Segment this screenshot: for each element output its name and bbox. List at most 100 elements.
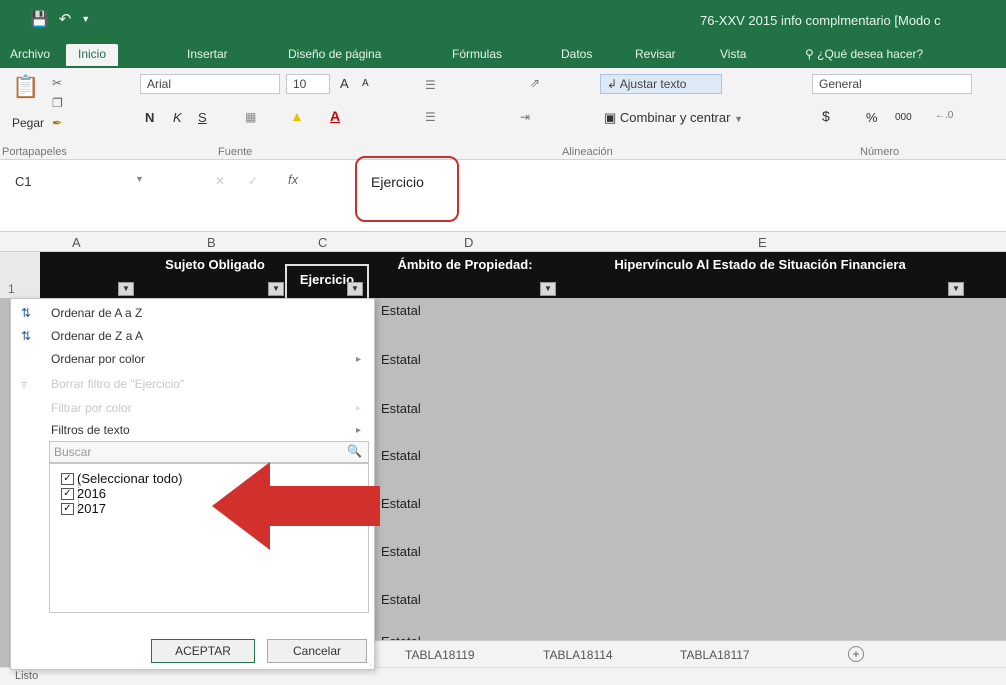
search-icon: 🔍 xyxy=(347,444,362,458)
header-cell-ambito-propiedad[interactable]: Ámbito de Propiedad: xyxy=(375,257,555,272)
shrink-font-button[interactable]: A xyxy=(362,78,369,89)
column-header-a[interactable]: A xyxy=(72,235,81,250)
document-title: 76-XXV 2015 info complmentario [Modo c xyxy=(700,13,941,28)
insert-function-button[interactable]: fx xyxy=(288,172,298,187)
wrap-text-button[interactable]: ↲ Ajustar texto xyxy=(600,74,722,94)
cell-estatal[interactable]: Estatal xyxy=(381,352,421,367)
underline-button[interactable]: S xyxy=(198,110,207,125)
copy-icon[interactable]: ❐ xyxy=(52,96,63,110)
percent-button[interactable]: % xyxy=(866,110,878,125)
add-sheet-button[interactable]: + xyxy=(848,646,864,662)
sheet-tab-tabla18119[interactable]: TABLA18119 xyxy=(405,648,475,662)
align-top-icon[interactable]: ☰ xyxy=(425,78,436,92)
font-color-icon[interactable]: A xyxy=(330,108,340,124)
chevron-right-icon: ▸ xyxy=(356,425,362,436)
tab-vista[interactable]: Vista xyxy=(720,47,746,61)
enter-icon[interactable]: ✓ xyxy=(248,174,258,188)
tab-insertar[interactable]: Insertar xyxy=(187,47,228,61)
row-header-1[interactable]: 1 xyxy=(0,252,40,298)
increase-decimal-icon[interactable]: ←.0 xyxy=(935,110,953,121)
orientation-icon[interactable]: ⇗ xyxy=(530,76,540,90)
tab-diseno-pagina[interactable]: Diseño de página xyxy=(288,47,381,61)
align-left-icon[interactable]: ☰ xyxy=(425,110,436,124)
group-label-portapapeles: Portapapeles xyxy=(2,146,67,158)
filter-dropdown-e[interactable]: ▼ xyxy=(948,282,964,296)
checkbox-select-all[interactable]: ✓ xyxy=(61,473,74,485)
cut-icon[interactable]: ✂ xyxy=(52,76,62,90)
name-box[interactable]: C1 ▼ xyxy=(15,174,165,189)
filter-dropdown-d[interactable]: ▼ xyxy=(540,282,556,296)
ribbon-tab-bar: Archivo Inicio Insertar Diseño de página… xyxy=(0,42,1006,68)
cell-estatal[interactable]: Estatal xyxy=(381,448,421,463)
menu-item-clear-filter: Borrar filtro de "Ejercicio" xyxy=(51,377,185,391)
resize-grip-icon[interactable]: ⋱ xyxy=(364,658,372,667)
column-header-c[interactable]: C xyxy=(318,235,327,250)
tell-me-search[interactable]: ⚲ ¿Qué desea hacer? xyxy=(805,47,923,61)
left-arrow-annotation-icon xyxy=(212,462,380,550)
tab-inicio[interactable]: Inicio xyxy=(66,44,119,66)
font-size-select[interactable]: 10 xyxy=(286,74,330,94)
checkbox-2017[interactable]: ✓ xyxy=(61,503,74,515)
column-header-d[interactable]: D xyxy=(464,235,473,250)
menu-item-filter-color: Filtrar por color xyxy=(51,401,132,415)
chevron-right-icon: ▸ xyxy=(356,403,362,414)
sheet-tab-bar: TABLA18119 TABLA18114 TABLA18117 + xyxy=(375,640,1006,667)
italic-button[interactable]: K xyxy=(173,110,182,125)
ok-button[interactable]: ACEPTAR xyxy=(151,639,255,663)
sheet-tab-tabla18114[interactable]: TABLA18114 xyxy=(543,648,613,662)
menu-item-sort-desc[interactable]: Ordenar de Z a A xyxy=(51,329,143,343)
grow-font-button[interactable]: A xyxy=(340,76,349,91)
checkbox-2016[interactable]: ✓ xyxy=(61,488,74,500)
option-select-all[interactable]: (Seleccionar todo) xyxy=(77,471,183,486)
tab-revisar[interactable]: Revisar xyxy=(635,47,676,61)
cell-estatal[interactable]: Estatal xyxy=(381,592,421,607)
currency-button[interactable]: $ xyxy=(822,108,830,124)
column-header-bar: A B C D E xyxy=(0,232,1006,252)
sheet-tab-tabla18117[interactable]: TABLA18117 xyxy=(680,648,750,662)
thousands-button[interactable]: 000 xyxy=(895,112,912,123)
borders-icon[interactable]: ▦ xyxy=(245,110,256,124)
column-header-b[interactable]: B xyxy=(207,235,216,250)
cell-estatal[interactable]: Estatal xyxy=(381,544,421,559)
menu-item-sort-asc[interactable]: Ordenar de A a Z xyxy=(51,306,142,320)
menu-item-text-filters[interactable]: Filtros de texto xyxy=(51,423,130,437)
tab-formulas[interactable]: Fórmulas xyxy=(452,47,502,61)
filter-dropdown-a[interactable]: ▼ xyxy=(118,282,134,296)
group-label-fuente: Fuente xyxy=(218,146,253,158)
number-format-select[interactable]: General xyxy=(812,74,972,94)
tab-archivo[interactable]: Archivo xyxy=(10,47,50,61)
option-2017[interactable]: 2017 xyxy=(77,501,106,516)
cell-estatal[interactable]: Estatal xyxy=(381,401,421,416)
sort-desc-icon: ⇅ xyxy=(21,329,32,343)
bold-button[interactable]: N xyxy=(145,110,154,125)
font-name-select[interactable]: Arial xyxy=(140,74,280,94)
column-header-e[interactable]: E xyxy=(758,235,767,250)
group-label-alineacion: Alineación xyxy=(562,146,613,158)
clear-filter-icon: ▿ xyxy=(21,377,28,391)
format-painter-icon[interactable]: ✒ xyxy=(52,116,62,130)
cell-estatal[interactable]: Estatal xyxy=(381,303,421,318)
title-bar: 💾 ↶ ▼ 76-XXV 2015 info complmentario [Mo… xyxy=(0,0,1006,42)
filter-dropdown-b[interactable]: ▼ xyxy=(268,282,284,296)
option-2016[interactable]: 2016 xyxy=(77,486,106,501)
header-cell-sujeto-obligado[interactable]: Sujeto Obligado xyxy=(145,257,285,272)
dropdown-icon[interactable]: ▼ xyxy=(81,14,90,24)
save-icon[interactable]: 💾 xyxy=(30,10,49,28)
paste-icon[interactable]: 📋 xyxy=(12,74,39,100)
indent-icon[interactable]: ⇥ xyxy=(520,110,530,124)
filter-dropdown-c-active[interactable]: ▼ xyxy=(347,282,363,296)
paste-button[interactable]: Pegar xyxy=(12,116,44,130)
filter-search-box[interactable]: Buscar 🔍 xyxy=(49,441,369,463)
formula-bar: C1 ▼ ✕ ✓ fx Ejercicio xyxy=(0,160,1006,232)
cell-estatal[interactable]: Estatal xyxy=(381,496,421,511)
menu-item-sort-color[interactable]: Ordenar por color xyxy=(51,352,145,366)
header-cell-hipervinculo[interactable]: Hipervínculo Al Estado de Situación Fina… xyxy=(600,257,920,272)
cancel-icon[interactable]: ✕ xyxy=(215,174,225,188)
undo-icon[interactable]: ↶ xyxy=(59,10,72,28)
search-placeholder: Buscar xyxy=(54,445,92,459)
tab-datos[interactable]: Datos xyxy=(561,47,592,61)
merge-center-button[interactable]: ▣ Combinar y centrar ▼ xyxy=(604,110,743,126)
fill-color-icon[interactable]: ▲ xyxy=(290,108,304,124)
cancel-button[interactable]: Cancelar xyxy=(267,639,367,663)
sort-asc-icon: ⇅ xyxy=(21,306,32,320)
